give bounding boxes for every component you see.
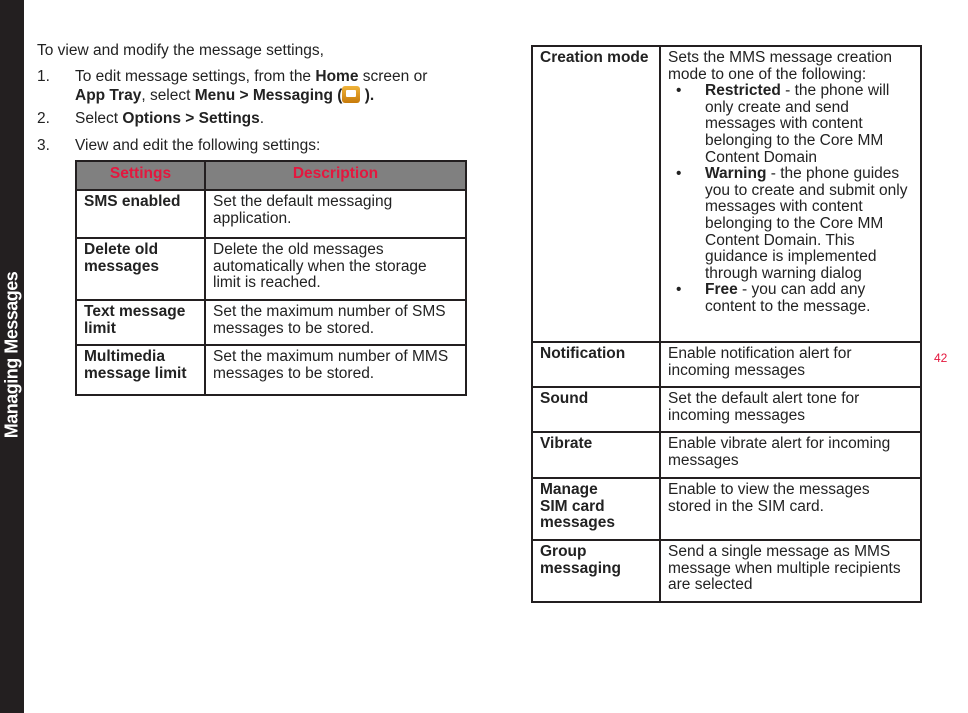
table-row: Group messaging Send a single message as … [531, 539, 922, 603]
settings-table-2: Creation mode Sets the MMS message creati… [531, 45, 922, 603]
messaging-app-icon [342, 85, 361, 103]
table-row: Notification Enable notification alert fo… [531, 341, 922, 388]
settings-table-1: Settings Description SMS enabled Set the d… [75, 160, 467, 396]
table-row: Delete old messages Delete the old messag… [75, 237, 467, 301]
step-number: 3. [37, 137, 50, 154]
list-item: Restricted - the phone will only create … [668, 82, 913, 166]
table-row: Manage SIM card messages Enable to view t… [531, 477, 922, 541]
step-1: To edit message settings, from the Home … [75, 68, 428, 104]
table-row: Vibrate Enable vibrate alert for incoming… [531, 431, 922, 479]
step-number: 1. [37, 68, 50, 85]
step-number: 2. [37, 110, 50, 127]
chapter-sidebar: Managing Messages [0, 0, 24, 713]
page-number: 42 [934, 351, 948, 365]
table-row: Multimedia message limit Set the maximum … [75, 344, 467, 396]
creation-mode-list: Restricted - the phone will only create … [668, 82, 913, 315]
table-row: Sound Set the default alert tone for inco… [531, 386, 922, 433]
header-settings: Settings [75, 160, 206, 191]
table-row: SMS enabled Set the default messaging app… [75, 189, 467, 239]
table-row: Text message limit Set the maximum number… [75, 299, 467, 346]
table-row: Creation mode Sets the MMS message creati… [531, 45, 922, 343]
step-3: View and edit the following settings: [75, 137, 321, 154]
chapter-title: Managing Messages [1, 271, 22, 439]
step-2: Select Options > Settings. [75, 110, 265, 127]
intro-text: To view and modify the message settings, [37, 42, 324, 59]
header-description: Description [204, 160, 467, 191]
list-item: Warning - the phone guides you to create… [668, 165, 913, 282]
list-item: Free - you can add any content to the me… [668, 282, 913, 315]
